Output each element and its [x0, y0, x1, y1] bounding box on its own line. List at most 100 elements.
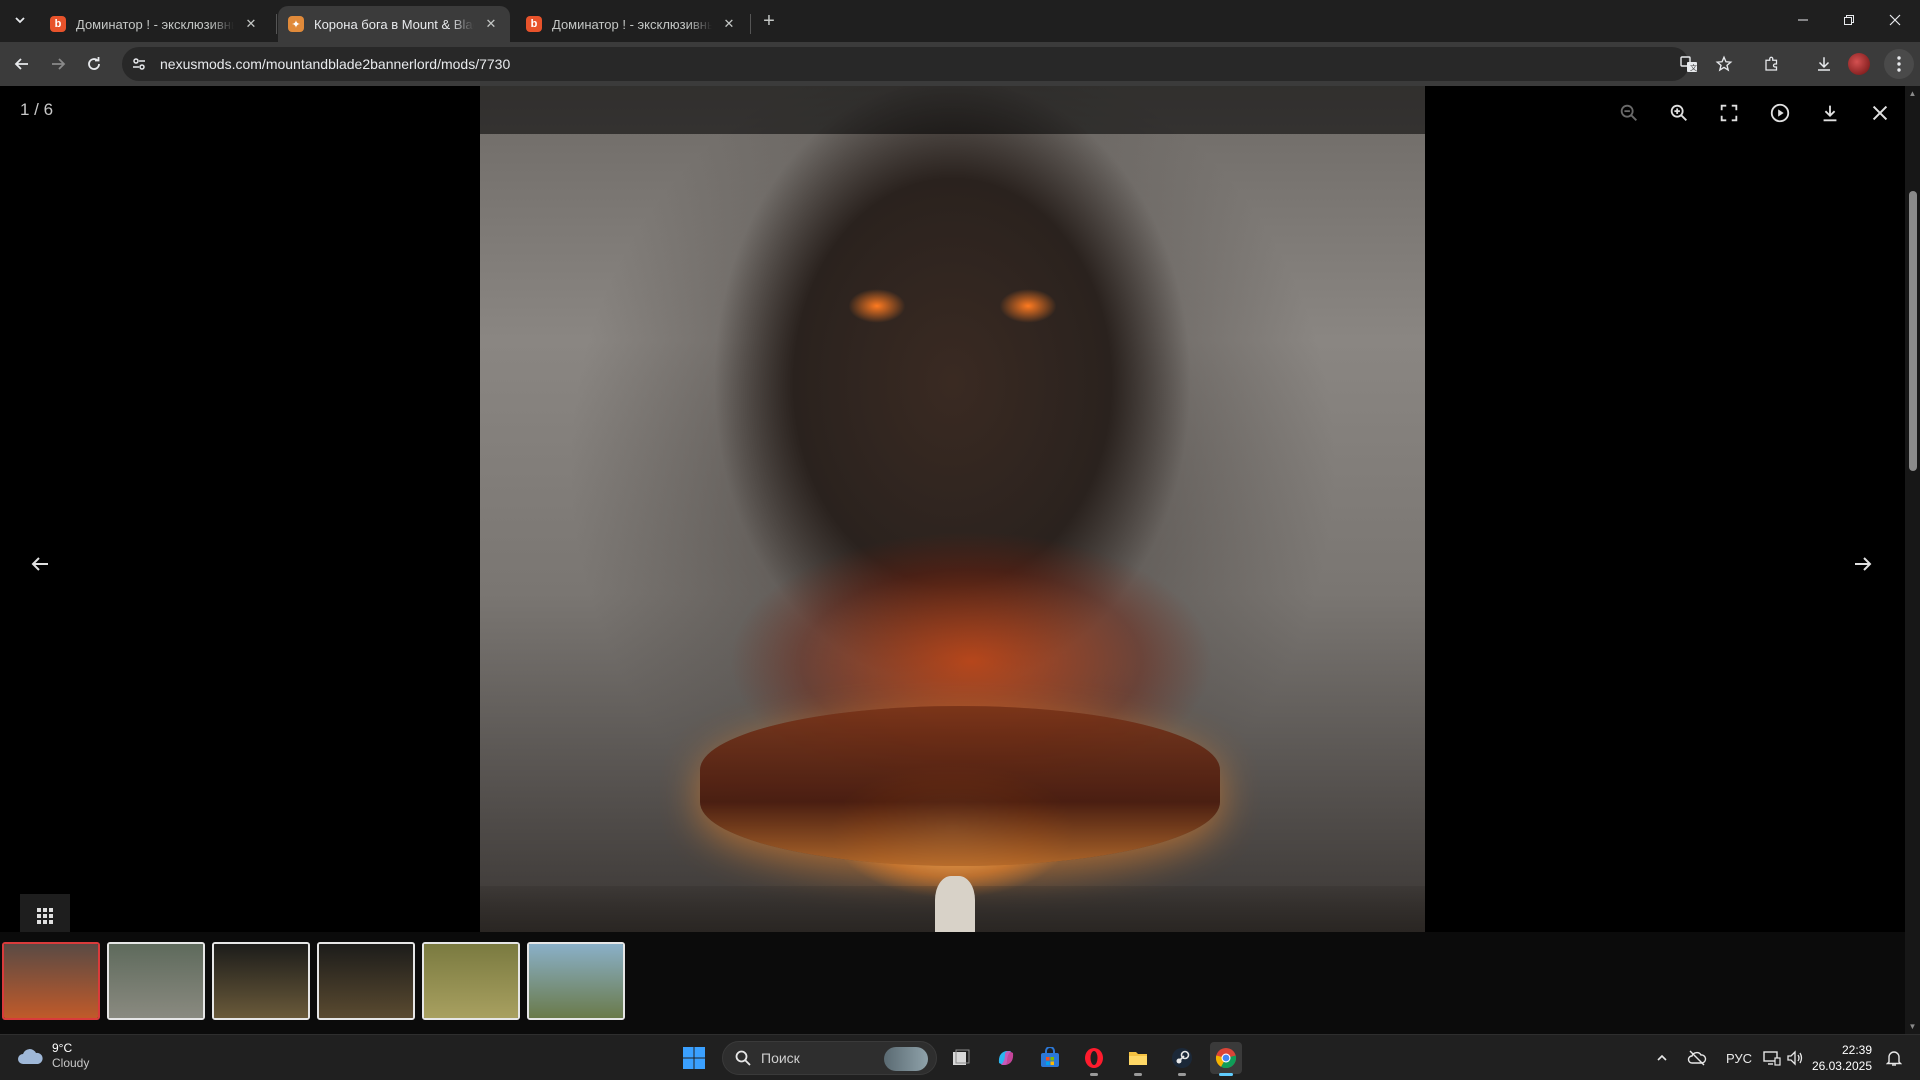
zoom-out-icon — [1620, 104, 1637, 121]
address-bar[interactable]: nexusmods.com/mountandblade2bannerlord/m… — [122, 47, 1689, 81]
thumbnail-image — [424, 944, 518, 1018]
tab-search-button[interactable] — [8, 8, 32, 32]
scroll-up-icon[interactable]: ▲ — [1908, 89, 1917, 98]
file-explorer-button[interactable] — [1122, 1042, 1154, 1076]
mod-favicon-icon: ✦ — [288, 16, 304, 32]
thumbnail-image — [4, 944, 98, 1018]
arrow-right-icon — [1855, 557, 1872, 571]
start-button[interactable] — [678, 1042, 710, 1074]
chrome-button[interactable] — [1210, 1042, 1242, 1076]
copilot-icon — [998, 1051, 1014, 1065]
page-scrollbar[interactable]: ▲ ▼ — [1905, 86, 1920, 1034]
new-tab-button[interactable]: + — [757, 9, 781, 33]
close-window-button[interactable] — [1872, 0, 1918, 40]
grid-icon — [37, 908, 53, 924]
forward-button[interactable] — [44, 50, 72, 78]
browser-menu-button[interactable] — [1884, 49, 1914, 79]
tab-close-icon[interactable]: ✕ — [482, 15, 500, 33]
download-icon — [1818, 57, 1830, 71]
minimize-icon — [1798, 19, 1808, 21]
scrollbar-thumb[interactable] — [1909, 191, 1917, 471]
minimize-button[interactable] — [1780, 0, 1826, 40]
bookmark-button[interactable] — [1710, 50, 1738, 78]
tab-divider — [750, 14, 751, 34]
tab-1[interactable]: b Доминатор ! - эксклюзивный мод ✕ — [40, 6, 270, 42]
weather-widget[interactable]: 9°C Cloudy — [16, 1041, 89, 1071]
thumbnail-5[interactable] — [422, 942, 520, 1020]
steam-button[interactable] — [1166, 1042, 1198, 1076]
fullscreen-button[interactable] — [1714, 98, 1744, 128]
zoom-in-icon — [1670, 104, 1687, 121]
weather-condition: Cloudy — [52, 1056, 90, 1070]
tab-2-active[interactable]: ✦ Корона бога в Mount & Blade II ✕ — [278, 6, 510, 42]
figure-artwork — [935, 876, 975, 932]
thumbnail-image — [214, 944, 308, 1018]
extensions-button[interactable] — [1758, 50, 1786, 78]
copilot-button[interactable] — [990, 1042, 1022, 1074]
image-download-button[interactable] — [1815, 98, 1845, 128]
image-lightbox: 1 / 6 — [0, 86, 1905, 1034]
downloads-button[interactable] — [1810, 50, 1838, 78]
store-button[interactable] — [1034, 1042, 1066, 1074]
clock-date: 26.03.2025 — [1811, 1059, 1872, 1073]
running-indicator — [1134, 1073, 1142, 1076]
arrow-right-icon — [52, 58, 66, 70]
network-icon — [1763, 1051, 1781, 1066]
windows-taskbar: 9°C Cloudy Поиск РУС 22:39 26.03.2025 — [0, 1034, 1920, 1080]
site-info-button[interactable] — [122, 47, 156, 81]
back-button[interactable] — [8, 50, 36, 78]
crown-artwork — [700, 706, 1220, 866]
url-text: nexusmods.com/mountandblade2bannerlord/m… — [160, 56, 511, 72]
thumbnail-4[interactable] — [317, 942, 415, 1020]
restore-button[interactable] — [1826, 0, 1872, 40]
thumbnail-6[interactable] — [527, 942, 625, 1020]
system-clock[interactable]: 22:39 26.03.2025 — [1800, 1042, 1872, 1074]
tray-overflow-button[interactable] — [1652, 1047, 1672, 1069]
close-icon — [1889, 14, 1901, 26]
slideshow-play-icon — [1770, 103, 1790, 123]
plus-icon: + — [763, 9, 775, 32]
download-icon — [1823, 105, 1837, 122]
translate-button[interactable]: 文 — [1675, 50, 1703, 78]
tab-title: Корона бога в Mount & Blade II — [314, 16, 474, 32]
tab-divider — [276, 14, 277, 34]
weather-temperature: 9°C — [52, 1041, 73, 1055]
onedrive-tray-button[interactable] — [1685, 1047, 1709, 1069]
next-image-button[interactable] — [1845, 546, 1881, 582]
thumbnail-1[interactable] — [2, 942, 100, 1020]
opera-button[interactable] — [1078, 1042, 1110, 1076]
slideshow-button[interactable] — [1765, 98, 1795, 128]
zoom-in-button[interactable] — [1664, 98, 1694, 128]
notifications-button[interactable] — [1882, 1047, 1906, 1069]
nexus-favicon-icon: b — [526, 16, 542, 32]
zoom-out-button[interactable] — [1614, 98, 1644, 128]
reload-button[interactable] — [80, 50, 108, 78]
previous-image-button[interactable] — [22, 546, 58, 582]
image-counter: 1 / 6 — [20, 100, 54, 119]
thumbnail-3[interactable] — [212, 942, 310, 1020]
reload-icon — [88, 57, 100, 70]
steam-icon — [1172, 1048, 1192, 1068]
search-highlight-image — [884, 1047, 928, 1071]
running-indicator — [1090, 1073, 1098, 1076]
taskbar-search[interactable]: Поиск — [722, 1041, 937, 1075]
running-indicator — [1178, 1073, 1186, 1076]
tab-close-icon[interactable]: ✕ — [242, 15, 260, 33]
arrow-left-icon — [14, 58, 28, 70]
scroll-down-icon[interactable]: ▼ — [1908, 1022, 1917, 1031]
chevron-down-icon — [15, 17, 25, 24]
tab-close-icon[interactable]: ✕ — [720, 15, 738, 33]
task-view-button[interactable] — [945, 1042, 977, 1074]
language-indicator[interactable]: РУС — [1720, 1047, 1758, 1069]
clock-time: 22:39 — [1841, 1043, 1872, 1057]
network-button[interactable] — [1762, 1047, 1782, 1069]
svg-text:文: 文 — [1690, 63, 1697, 72]
search-placeholder: Поиск — [761, 1050, 800, 1066]
thumbnail-strip — [0, 932, 1905, 1034]
thumbnail-image — [529, 944, 623, 1018]
thumbnail-2[interactable] — [107, 942, 205, 1020]
profile-avatar[interactable] — [1848, 53, 1870, 75]
tab-3[interactable]: b Доминатор ! - эксклюзивный мод ✕ — [516, 6, 748, 42]
tab-title: Доминатор ! - эксклюзивный мод — [76, 16, 234, 32]
close-viewer-button[interactable] — [1865, 98, 1895, 128]
